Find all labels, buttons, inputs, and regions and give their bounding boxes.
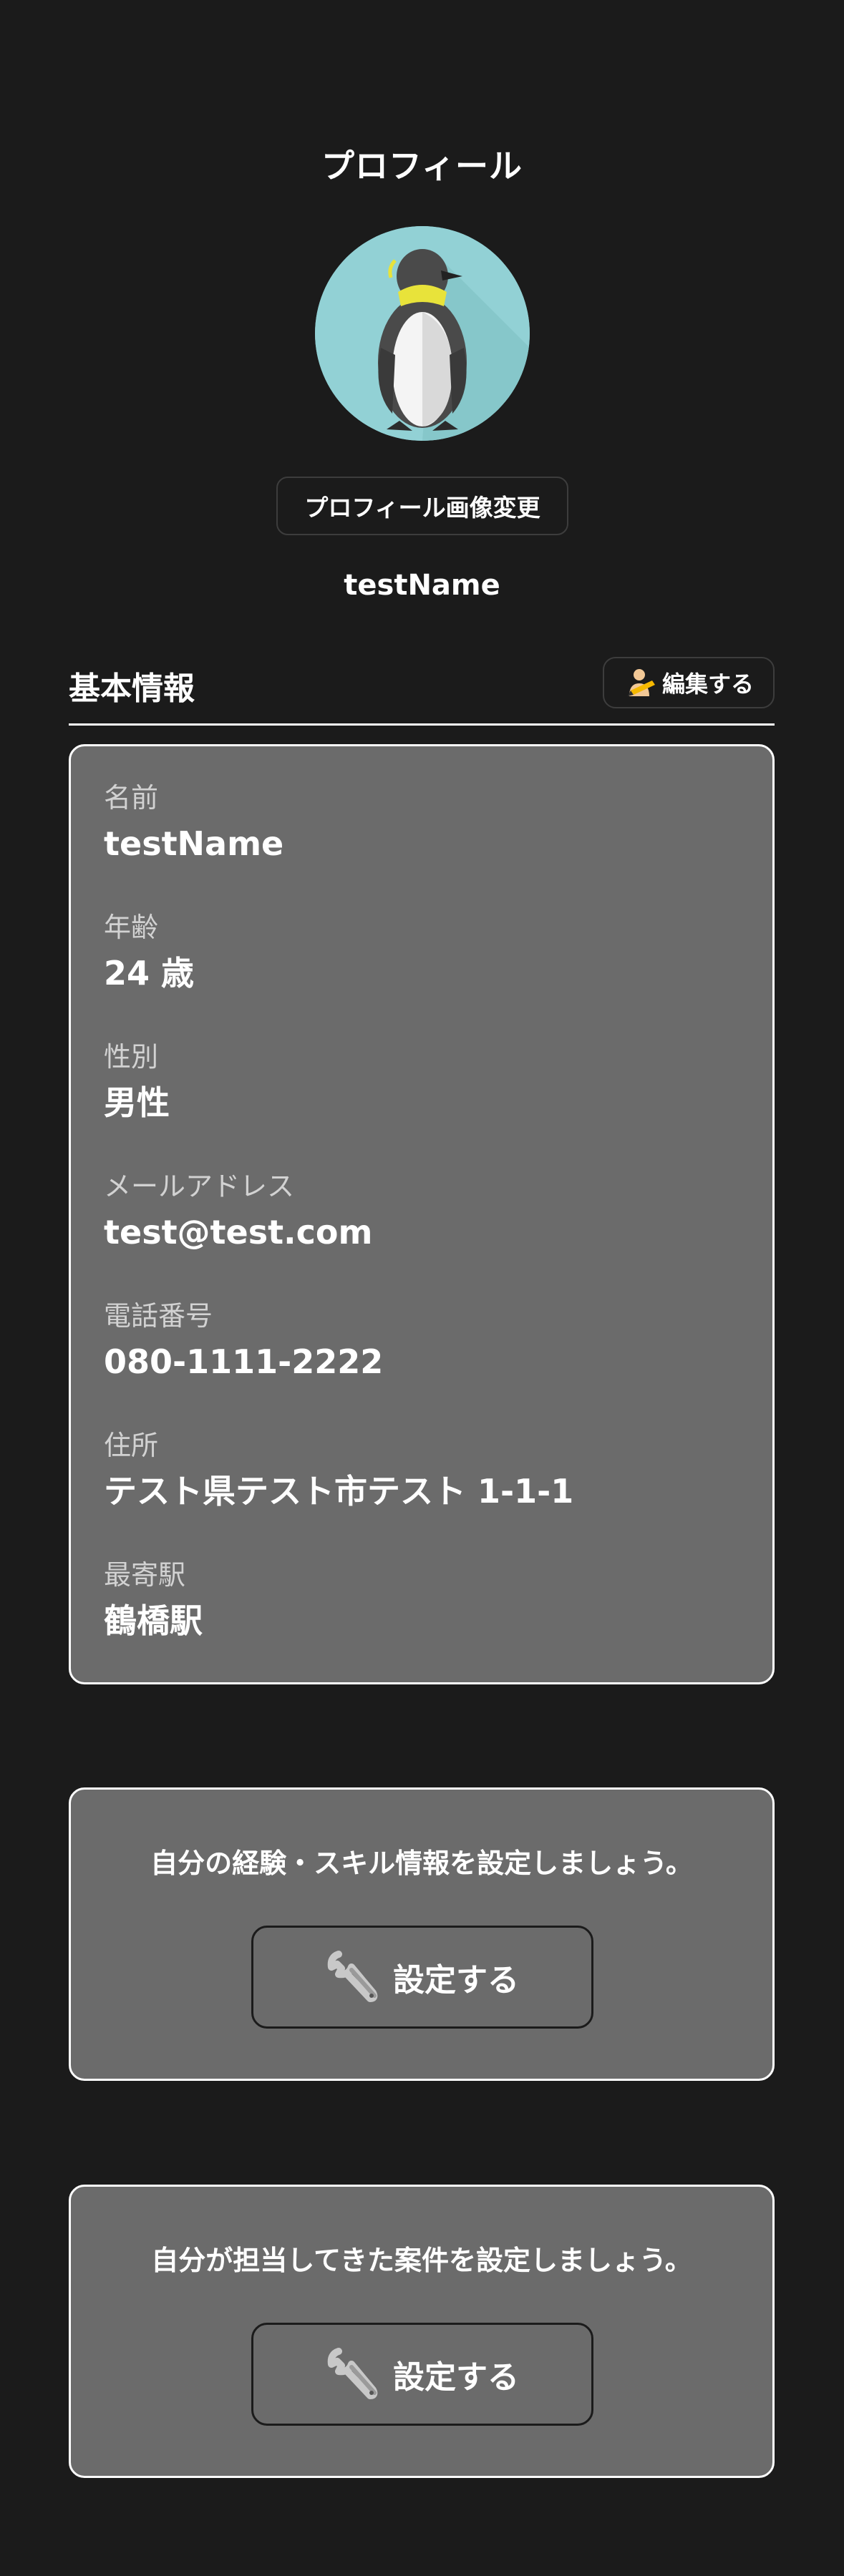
- edit-button[interactable]: 編集する: [603, 657, 775, 708]
- projects-setting-button[interactable]: 設定する: [251, 2323, 593, 2426]
- info-label: メールアドレス: [104, 1171, 295, 1202]
- wrench-icon: [327, 1951, 378, 2002]
- person-edit-icon: [627, 669, 655, 696]
- info-value: testName: [104, 824, 284, 863]
- info-value: 080-1111-2222: [104, 1342, 384, 1381]
- basic-info-card: 名前 testName 年齢 24 歳 性別 男性 メールアドレス test@t…: [69, 744, 775, 1684]
- info-label: 住所: [104, 1430, 159, 1461]
- info-item-station: 最寄駅 鶴橋駅: [104, 1553, 772, 1683]
- skills-card: 自分の経験・スキル情報を設定しましょう。 設定する: [69, 1787, 775, 2081]
- info-item-name: 名前 testName: [104, 776, 772, 906]
- skills-button-label: 設定する: [393, 1963, 519, 1998]
- username: testName: [344, 569, 500, 602]
- info-item-address: 住所 テスト県テスト市テスト 1-1-1: [104, 1424, 772, 1553]
- info-label: 名前: [104, 782, 159, 814]
- edit-button-label: 編集する: [661, 671, 754, 697]
- skills-message: 自分の経験・スキル情報を設定しましょう。: [150, 1848, 693, 1879]
- info-value: test@test.com: [104, 1213, 373, 1252]
- change-photo-button[interactable]: プロフィール画像変更: [276, 477, 568, 535]
- info-label: 年齢: [104, 912, 159, 943]
- info-label: 電話番号: [104, 1300, 213, 1332]
- profile-page: プロフィール プロフィール画像変更 testName 基本情報 編集する 名前 …: [0, 0, 844, 2576]
- avatar[interactable]: [315, 226, 530, 441]
- skills-setting-button[interactable]: 設定する: [251, 1926, 593, 2029]
- info-item-gender: 性別 男性: [104, 1035, 772, 1165]
- wrench-icon: [327, 2348, 378, 2399]
- info-label: 最寄駅: [104, 1559, 186, 1591]
- info-value: 24 歳: [104, 954, 195, 992]
- info-item-phone: 電話番号 080-1111-2222: [104, 1294, 772, 1424]
- info-item-email: メールアドレス test@test.com: [104, 1165, 772, 1294]
- basic-info-header: 基本情報 編集する: [69, 657, 775, 726]
- info-value: テスト県テスト市テスト 1-1-1: [104, 1472, 574, 1511]
- projects-message: 自分が担当してきた案件を設定しましょう。: [151, 2245, 692, 2276]
- projects-button-label: 設定する: [393, 2360, 519, 2395]
- projects-card: 自分が担当してきた案件を設定しましょう。 設定する: [69, 2185, 775, 2478]
- page-title: プロフィール: [321, 147, 523, 185]
- section-title: 基本情報: [69, 670, 195, 707]
- info-label: 性別: [104, 1041, 159, 1073]
- penguin-icon: [315, 226, 530, 441]
- info-item-age: 年齢 24 歳: [104, 906, 772, 1035]
- info-value: 鶴橋駅: [104, 1601, 203, 1640]
- info-value: 男性: [104, 1083, 170, 1122]
